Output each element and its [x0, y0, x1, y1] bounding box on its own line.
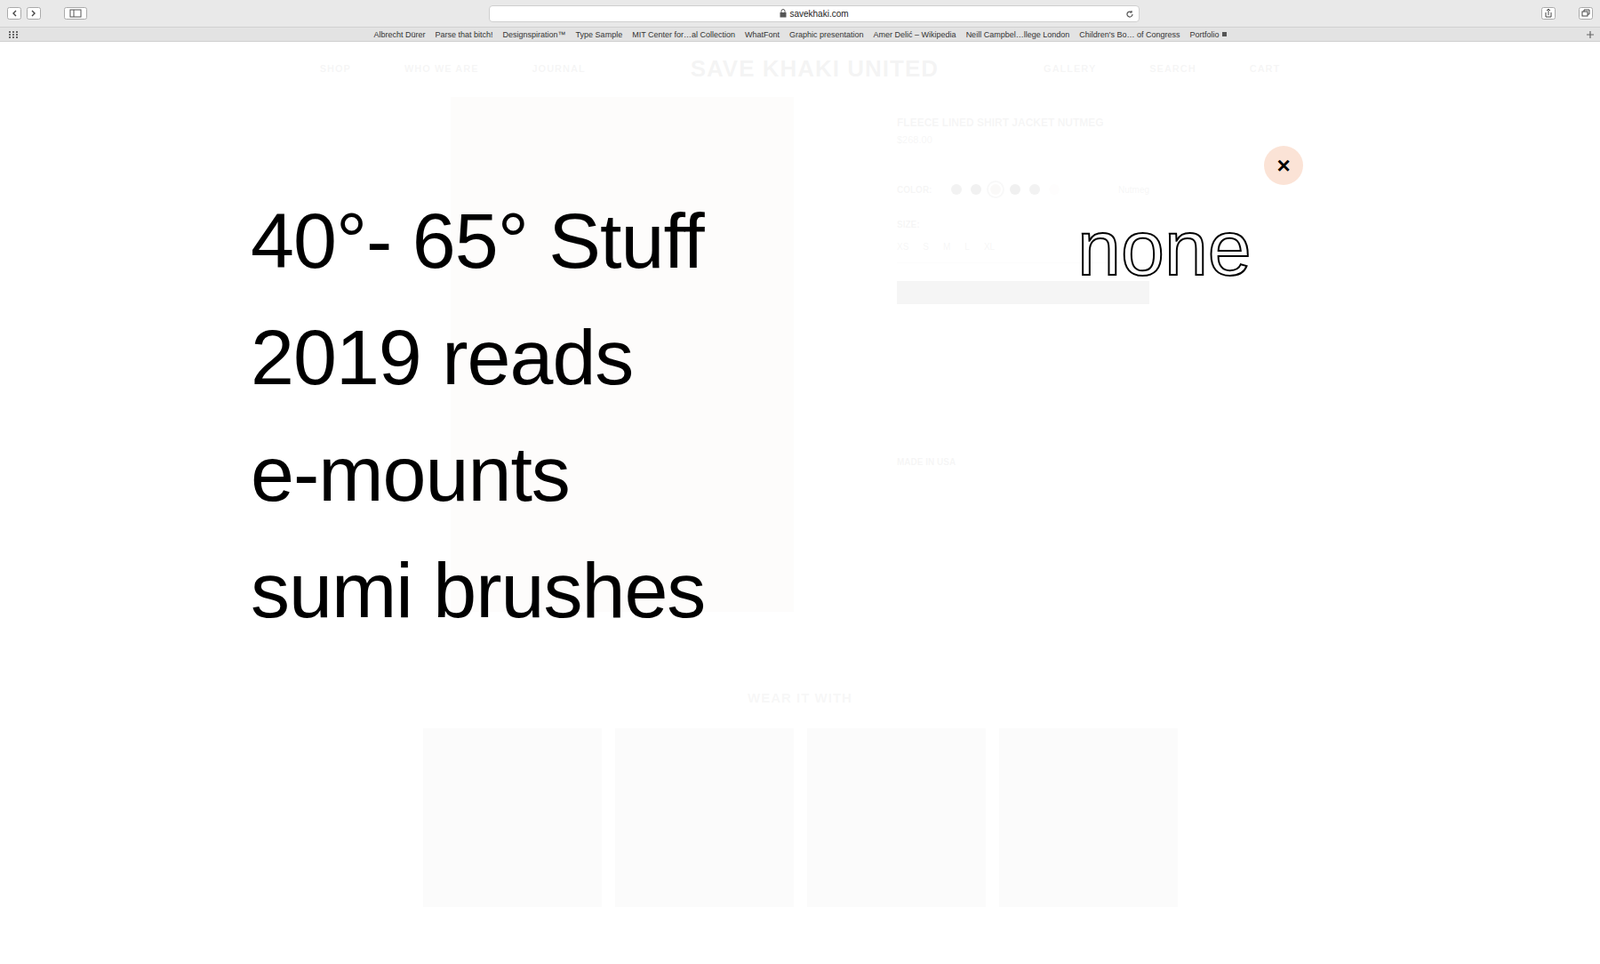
- bookmark[interactable]: Portfolio: [1189, 29, 1226, 40]
- back-icon[interactable]: [7, 7, 22, 20]
- bookmark-label: Neill Campbel…llege London: [966, 29, 1071, 40]
- overlay-item[interactable]: 2019 reads: [250, 298, 1600, 416]
- bookmark[interactable]: Neill Campbel…llege London: [966, 29, 1071, 40]
- bookmark-label: Type Sample: [576, 29, 624, 40]
- reload-icon[interactable]: [1125, 9, 1135, 19]
- forward-icon[interactable]: [26, 7, 41, 20]
- bookmark[interactable]: Parse that bitch!: [435, 29, 494, 40]
- browser-toolbar: savekhaki.com: [0, 0, 1600, 28]
- url-field[interactable]: savekhaki.com: [488, 5, 1140, 23]
- url-text: savekhaki.com: [789, 7, 848, 21]
- share-icon[interactable]: [1541, 7, 1556, 20]
- bookmark[interactable]: Albrecht Dürer: [373, 29, 425, 40]
- bookmark[interactable]: Amer Delić – Wikipedia: [873, 29, 957, 40]
- bookmark-label: MIT Center for…al Collection: [632, 29, 736, 40]
- url-bar-wrap: savekhaki.com: [92, 5, 1536, 23]
- overlay-item[interactable]: e-mounts: [250, 415, 1600, 532]
- bookmark[interactable]: MIT Center for…al Collection: [632, 29, 736, 40]
- bookmark-label: Albrecht Dürer: [373, 29, 425, 40]
- overlay-item[interactable]: 40°- 65° Stuff: [250, 182, 1600, 299]
- bookmark-label: Children's Bo… of Congress: [1079, 29, 1180, 40]
- bookmark[interactable]: Graphic presentation: [789, 29, 864, 40]
- bookmark-label: Graphic presentation: [789, 29, 864, 40]
- bookmark[interactable]: Children's Bo… of Congress: [1079, 29, 1180, 40]
- lock-icon[interactable]: [779, 8, 787, 18]
- bookmarks-bar: Albrecht Dürer Parse that bitch! Designspi…: [0, 27, 1600, 42]
- bookmark[interactable]: Type Sample: [576, 29, 624, 40]
- bookmark-label: WhatFont: [744, 29, 780, 40]
- web-page: SHOPWHO WE AREJOURNALSAVE KHAKI UNITEDGA…: [0, 41, 1600, 964]
- overlay-list: 40°- 65° Stuff2019 readse-mountssumi bru…: [0, 41, 1600, 648]
- bookmark-label: Designspiration™: [503, 29, 567, 40]
- overlay: 40°- 65° Stuff2019 readse-mountssumi bru…: [0, 41, 1600, 964]
- close-icon: ×: [1276, 153, 1290, 177]
- tabs-icon[interactable]: [1578, 7, 1593, 20]
- bookmark[interactable]: WhatFont: [744, 29, 780, 40]
- sidebar-icon[interactable]: [64, 7, 88, 20]
- overlay-aside: none: [1077, 189, 1252, 306]
- top-sites-icon[interactable]: [8, 31, 18, 39]
- overlay-item[interactable]: sumi brushes: [250, 531, 1600, 648]
- bookmark[interactable]: Designspiration™: [503, 29, 567, 40]
- close-button[interactable]: ×: [1264, 145, 1304, 185]
- bookmark-label: Parse that bitch!: [435, 29, 494, 40]
- folder-icon: [1222, 32, 1227, 37]
- add-tab-icon[interactable]: [1585, 30, 1595, 40]
- bookmark-label: Portfolio: [1189, 29, 1219, 40]
- bookmark-label: Amer Delić – Wikipedia: [873, 29, 957, 40]
